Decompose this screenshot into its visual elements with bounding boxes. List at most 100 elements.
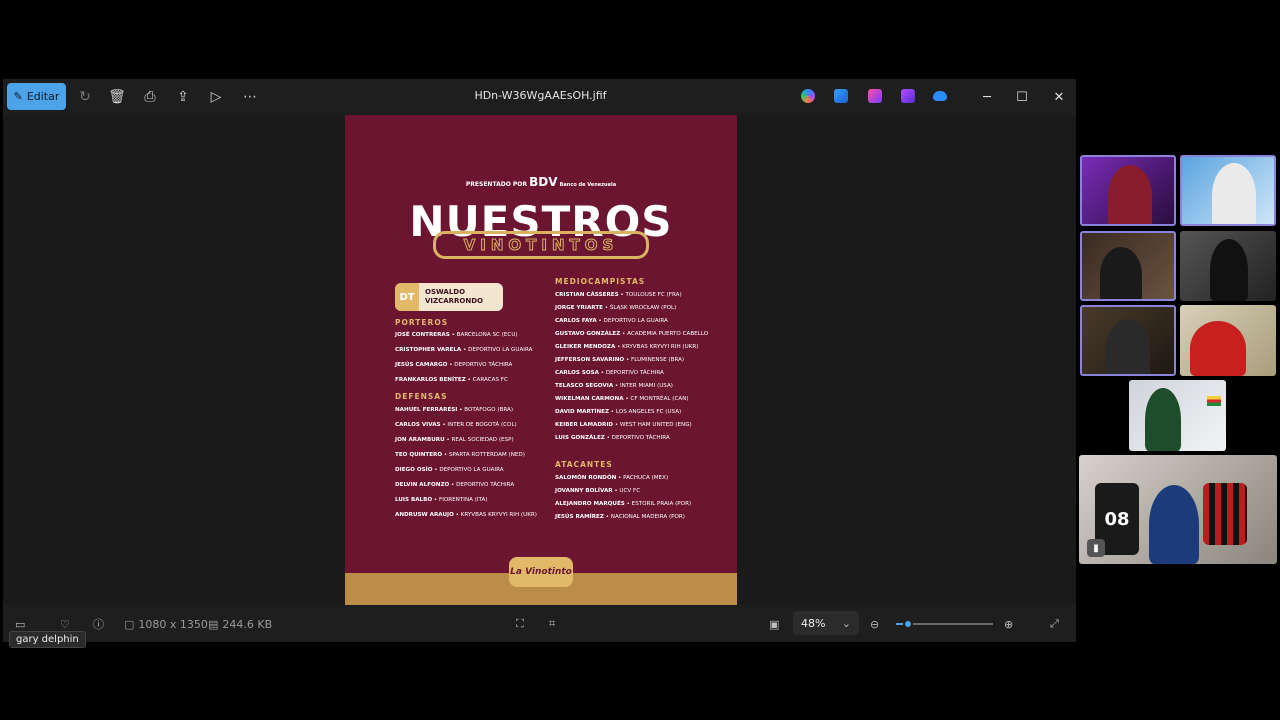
player-name: JOSÉ CONTRERAS bbox=[395, 332, 450, 338]
player-name: DIEGO OSÍO bbox=[395, 467, 433, 473]
player-club: • ESTORIL PRAIA (POR) bbox=[624, 501, 692, 507]
participant-tile-4[interactable] bbox=[1180, 231, 1276, 301]
zoom-out-icon[interactable]: ⊖ bbox=[870, 615, 879, 633]
fullscreen-icon[interactable]: ⤢ bbox=[1050, 615, 1059, 633]
player-name: WIKELMAN CARMONA bbox=[555, 396, 624, 402]
edit-button[interactable]: ✎ Editar bbox=[7, 83, 66, 110]
player-mediocampistas: KEIBER LAMADRID • WEST HAM UNITED (ENG) bbox=[555, 422, 692, 428]
player-atacantes: JESÚS RAMÍREZ • NACIONAL MADEIRA (POR) bbox=[555, 514, 685, 520]
photo-viewer-window: ✎ Editar ↻ 🗑 ⎙ ⇪ ▷ ⋯ HDn-W36WgAAEsOH.jfi… bbox=[3, 79, 1076, 642]
onedrive-icon[interactable] bbox=[933, 91, 947, 101]
section-mediocampistas: MEDIOCAMPISTAS bbox=[555, 277, 646, 286]
title-bar: ✎ Editar ↻ 🗑 ⎙ ⇪ ▷ ⋯ HDn-W36WgAAEsOH.jfi… bbox=[3, 79, 1076, 115]
participant-avatar bbox=[1100, 247, 1142, 299]
jersey-flamengo bbox=[1203, 483, 1247, 545]
player-name: CARLOS SOSA bbox=[555, 370, 599, 376]
participant-tile-8[interactable]: 08 ▮ bbox=[1079, 455, 1277, 564]
participant-tile-6[interactable] bbox=[1180, 305, 1276, 376]
zoom-value: 48% bbox=[801, 616, 826, 630]
player-mediocampistas: JORGE YRIARTE • ŚLĄSK WROCŁAW (POL) bbox=[555, 305, 676, 311]
zoom-dropdown[interactable]: 48% ⌄ bbox=[793, 611, 859, 635]
delete-icon[interactable]: 🗑 bbox=[107, 87, 127, 107]
player-name: GUSTAVO GONZÁLEZ bbox=[555, 331, 621, 337]
zoom-thumb[interactable] bbox=[902, 619, 913, 629]
coach-name: OSWALDO VIZCARRONDO bbox=[425, 288, 484, 305]
visual-search-icon[interactable]: ⌗ bbox=[549, 615, 555, 633]
edit-button-label: Editar bbox=[26, 90, 60, 103]
close-icon[interactable]: ✕ bbox=[1049, 87, 1069, 107]
player-name: CARLOS VIVAS bbox=[395, 422, 441, 428]
player-mediocampistas: CRISTIAN CÁSSERES • TOULOUSE FC (FRA) bbox=[555, 292, 682, 298]
participant-tile-3[interactable] bbox=[1080, 231, 1176, 301]
player-club: • DEPORTIVO TÁCHIRA bbox=[449, 482, 515, 488]
info-icon[interactable]: ⓘ bbox=[93, 615, 104, 633]
player-name: JON ARAMBURU bbox=[395, 437, 445, 443]
player-name: DAVID MARTÍNEZ bbox=[555, 409, 610, 415]
player-name: JESÚS CAMARGO bbox=[395, 362, 448, 368]
share-icon[interactable]: ⇪ bbox=[173, 87, 193, 107]
poster-subtitle: VINOTINTOS bbox=[433, 231, 649, 259]
zoom-in-icon[interactable]: ⊕ bbox=[1004, 615, 1013, 633]
coach-label: DT bbox=[395, 283, 419, 311]
participant-avatar bbox=[1190, 321, 1246, 376]
participant-tile-5[interactable] bbox=[1080, 305, 1176, 376]
player-name: FRANKARLOS BENÍTEZ bbox=[395, 377, 466, 383]
section-defensas: DEFENSAS bbox=[395, 392, 448, 401]
filesize: ▤ 244.6 KB bbox=[208, 617, 273, 631]
player-club: • DEPORTIVO TÁCHIRA bbox=[598, 370, 664, 376]
participant-tile-7[interactable] bbox=[1129, 380, 1226, 451]
player-name: JESÚS RAMÍREZ bbox=[555, 514, 604, 520]
player-club: • DEPORTIVO LA GUAIRA bbox=[461, 347, 533, 353]
participant-tile-2[interactable] bbox=[1180, 155, 1276, 226]
rotate-icon[interactable]: ↻ bbox=[75, 87, 95, 107]
player-club: • UCV FC bbox=[612, 488, 641, 494]
image-size-icon: ▢ bbox=[124, 617, 135, 631]
player-mediocampistas: JEFFERSON SAVARINO • FLUMINENSE (BRA) bbox=[555, 357, 684, 363]
player-porteros: CRISTOPHER VARELA • DEPORTIVO LA GUAIRA bbox=[395, 347, 532, 353]
designer-icon[interactable] bbox=[901, 89, 915, 103]
player-club: • FLUMINENSE (BRA) bbox=[624, 357, 685, 363]
edit-icon: ✎ bbox=[13, 90, 23, 103]
player-club: • KRYVBAS KRYVYI RIH (UKR) bbox=[453, 512, 537, 518]
player-porteros: JESÚS CAMARGO • DEPORTIVO TÁCHIRA bbox=[395, 362, 512, 368]
slideshow-icon[interactable]: ▷ bbox=[206, 87, 226, 107]
participant-tile-1[interactable] bbox=[1080, 155, 1176, 226]
player-defensas: TEO QUINTERO • SPARTA ROTTERDAM (NED) bbox=[395, 452, 525, 458]
actual-size-icon[interactable]: ▣ bbox=[769, 615, 779, 633]
participant-avatar bbox=[1108, 165, 1152, 224]
player-name: GLEIKER MENDOZA bbox=[555, 344, 616, 350]
player-name: TEO QUINTERO bbox=[395, 452, 443, 458]
player-club: • WEST HAM UNITED (ENG) bbox=[613, 422, 692, 428]
player-club: • DEPORTIVO TÁCHIRA bbox=[604, 435, 670, 441]
player-atacantes: SALOMÓN RONDÓN • PACHUCA (MEX) bbox=[555, 475, 668, 481]
minimize-icon[interactable]: ─ bbox=[977, 87, 997, 107]
copilot-icon[interactable] bbox=[801, 89, 815, 103]
player-porteros: FRANKARLOS BENÍTEZ • CARACAS FC bbox=[395, 377, 508, 383]
sponsor-logo: BDV bbox=[529, 175, 558, 189]
vinotinto-logo: La Vinotinto bbox=[509, 557, 573, 587]
participant-avatar bbox=[1210, 239, 1248, 301]
player-club: • DEPORTIVO TÁCHIRA bbox=[447, 362, 513, 368]
player-defensas: DIEGO OSÍO • DEPORTIVO LA GUAIRA bbox=[395, 467, 504, 473]
section-atacantes: ATACANTES bbox=[555, 460, 613, 469]
player-club: • INTER DE BOGOTÁ (COL) bbox=[440, 422, 517, 428]
player-club: • ACADEMIA PUERTO CABELLO bbox=[620, 331, 709, 337]
player-mediocampistas: GLEIKER MENDOZA • KRYVBAS KRYVYI RIH (UK… bbox=[555, 344, 698, 350]
participant-avatar bbox=[1212, 163, 1256, 224]
clipchamp-icon[interactable] bbox=[868, 89, 882, 103]
print-icon[interactable]: ⎙ bbox=[140, 87, 160, 107]
maximize-icon[interactable]: ☐ bbox=[1012, 87, 1032, 107]
editor-icon[interactable] bbox=[834, 89, 848, 103]
player-club: • TOULOUSE FC (FRA) bbox=[618, 292, 682, 298]
player-name: TELASCO SEGOVIA bbox=[555, 383, 614, 389]
more-icon[interactable]: ⋯ bbox=[240, 87, 260, 107]
zoom-track bbox=[896, 619, 993, 629]
participant-avatar bbox=[1149, 485, 1199, 564]
crop-icon[interactable]: ⛶ bbox=[516, 615, 524, 633]
status-bar: ▭ ♡ ⓘ ▢ 1080 x 1350 ▤ 244.6 KB ⛶ ⌗ ▣ 48%… bbox=[3, 605, 1076, 642]
zoom-slider[interactable] bbox=[896, 615, 993, 633]
image-canvas[interactable]: PRESENTADO POR BDV Banco de Venezuela NU… bbox=[3, 115, 1076, 605]
player-defensas: CARLOS VIVAS • INTER DE BOGOTÁ (COL) bbox=[395, 422, 517, 428]
player-porteros: JOSÉ CONTRERAS • BARCELONA SC (ECU) bbox=[395, 332, 518, 338]
player-defensas: LUIS BALBO • FIORENTINA (ITA) bbox=[395, 497, 488, 503]
